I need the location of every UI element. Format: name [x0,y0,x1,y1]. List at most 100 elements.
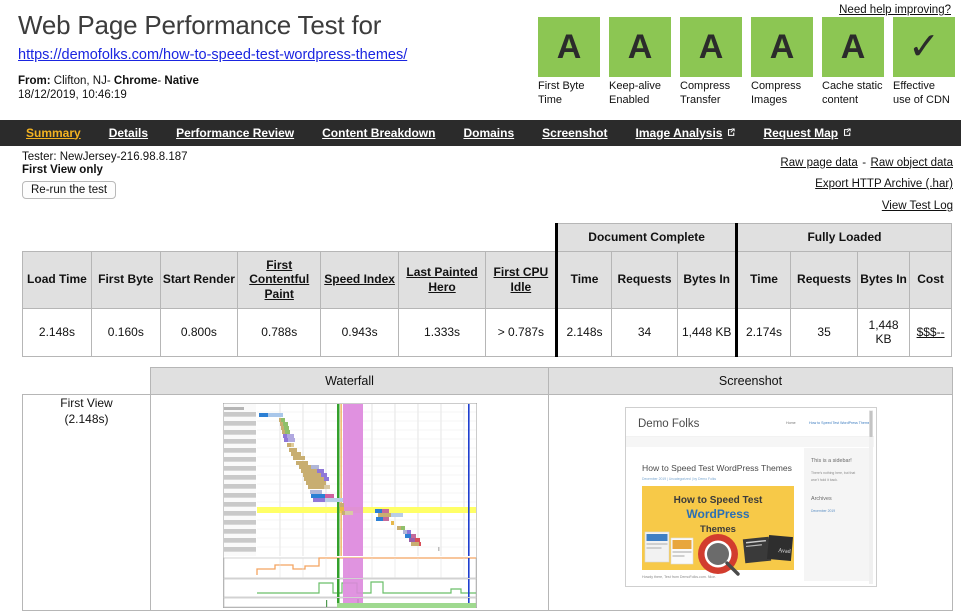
page-title: Web Page Performance Test for [18,10,382,40]
col-first-contentful-paint[interactable]: First Contentful Paint [236,250,322,309]
grade-label-cache-static-content: Cache static content [822,80,883,106]
grades-panel: Need help improving? A First Byte Time A… [538,0,955,108]
raw-page-data-link[interactable]: Raw page data [780,157,857,169]
screenshot-frame[interactable]: Demo Folks Home How to Speed Test WordPr… [624,406,877,587]
value-first-byte: 0.160s [90,307,161,357]
tab-screenshot[interactable]: Screenshot [528,120,621,146]
column-header-row: Load Time First Byte Start Render First … [22,250,952,309]
grade-badge-keep-alive-enabled: A [609,17,671,77]
tab-domains[interactable]: Domains [449,120,528,146]
need-help-improving-link[interactable]: Need help improving? [839,4,951,16]
screenshot-cell[interactable]: Demo Folks Home How to Speed Test WordPr… [548,393,953,611]
tab-screenshot-label: Screenshot [542,125,608,140]
view-test-log-link[interactable]: View Test Log [882,200,953,212]
rerun-test-button[interactable]: Re-run the test [22,180,117,199]
view-label-line1: First View [60,395,113,410]
grade-item-compress-transfer[interactable]: A Compress Transfer [680,17,742,108]
tab-image-analysis-label: Image Analysis [635,125,723,140]
value-first-cpu-idle: > 0.787s [485,307,558,357]
col-fl-requests: Requests [790,250,858,309]
col-dc-time: Time [555,250,612,309]
cost-link[interactable]: $$$-- [917,325,945,339]
grade-item-keep-alive-enabled[interactable]: A Keep-alive Enabled [609,17,671,108]
value-fl-bytes-in: 1,448 KB [856,307,911,357]
connection-type: Native [164,75,199,87]
results-data-row: 2.148s 0.160s 0.800s 0.788s 0.943s 1.333… [22,307,952,357]
grade-badge-compress-transfer: A [680,17,742,77]
svg-text:How to Speed Test WordPress Th: How to Speed Test WordPress Themes [642,463,792,473]
tab-performance-review-label: Performance Review [176,125,295,140]
waterfall-screenshot-zone: Waterfall Screenshot First View (2.148s) [0,357,961,611]
from-sep-1: - [106,75,111,87]
waterfall-thumbnail-holder[interactable] [151,395,548,608]
svg-text:Avad: Avad [777,548,790,555]
value-fl-requests: 35 [790,307,858,357]
raw-data-links-line: Raw page data - Raw object data [780,151,953,173]
value-cost[interactable]: $$$-- [909,307,952,357]
test-origin-line: From: Clifton, NJ- Chrome- Native [18,75,538,87]
col-dc-requests: Requests [610,250,679,309]
grade-label-compress-images: Compress Images [751,80,802,106]
tab-performance-review[interactable]: Performance Review [162,120,308,146]
header-info: Web Page Performance Test for https://de… [18,0,538,101]
col-fl-time: Time [734,250,792,309]
value-dc-time: 2.148s [555,307,612,357]
checkmark-icon: ✓ [893,17,955,77]
view-label-line2: (2.148s) [64,411,109,426]
col-first-cpu-idle[interactable]: First CPU Idle [485,250,558,309]
grade-label-keep-alive-enabled: Keep-alive Enabled [609,80,661,106]
value-last-painted-hero: 1.333s [397,307,487,357]
tab-details[interactable]: Details [95,120,162,146]
svg-text:This is a sidebar!: This is a sidebar! [811,458,852,464]
ws-header-blank [22,367,151,394]
test-timestamp: 18/12/2019, 10:46:19 [18,89,127,101]
tester-block: Tester: NewJersey-216.98.8.187 First Vie… [22,151,188,199]
col-fl-bytes-in: Bytes In [856,250,911,309]
grade-label-compress-transfer: Compress Transfer [680,80,731,106]
raw-object-data-link[interactable]: Raw object data [871,157,953,169]
grade-item-compress-images[interactable]: A Compress Images [751,17,813,108]
svg-text:Home: Home [786,421,796,425]
view-label-cell: First View (2.148s) [22,393,151,611]
tester-id: Tester: NewJersey-216.98.8.187 [22,150,188,163]
main-navigation-bar: Summary Details Performance Review Conte… [0,119,961,146]
grade-badge-cache-static-content: A [822,17,884,77]
tab-request-map[interactable]: Request Map [749,120,865,146]
ws-header-screenshot: Screenshot [548,366,953,395]
col-dc-bytes-in: Bytes In [677,250,737,309]
ws-header-row: Waterfall Screenshot [22,366,953,395]
external-link-icon [726,128,736,137]
group-header-document-complete: Document Complete [555,223,737,252]
page-screenshot-image[interactable]: Demo Folks Home How to Speed Test WordPr… [625,407,874,586]
grade-item-first-byte-time[interactable]: A First Byte Time [538,17,600,108]
group-header-fully-loaded: Fully Loaded [734,223,953,252]
grade-list: A First Byte Time A Keep-alive Enabled A… [538,17,955,108]
tab-summary-label: Summary [26,125,81,140]
first-view-only-label: First View only [22,163,103,176]
tab-image-analysis[interactable]: Image Analysis [622,120,750,146]
export-http-archive-link[interactable]: Export HTTP Archive (.har) [815,178,953,190]
tab-summary[interactable]: Summary [12,120,95,146]
waterfall-chart-image[interactable] [223,402,477,608]
svg-text:Archives: Archives [811,496,832,502]
external-link-icon [842,128,851,137]
screenshot-thumbnail-holder[interactable]: Demo Folks Home How to Speed Test WordPr… [549,395,952,592]
value-dc-requests: 34 [610,307,679,357]
col-load-time: Load Time [22,250,92,309]
grade-item-effective-use-of-cdn[interactable]: ✓ Effective use of CDN [893,17,955,108]
ws-first-view-row: First View (2.148s) Demo Folks Home How … [22,393,953,611]
svg-text:Demo Folks: Demo Folks [638,418,700,430]
tab-content-breakdown[interactable]: Content Breakdown [308,120,449,146]
svg-text:December 2019: December 2019 [811,509,835,513]
grade-label-first-byte-time: First Byte Time [538,80,585,106]
group-header-spacer [22,223,557,252]
value-start-render: 0.800s [159,307,238,357]
svg-text:December 2019 | Uncategorized: December 2019 | Uncategorized | by Demo … [642,477,716,481]
test-info-row: Tester: NewJersey-216.98.8.187 First Vie… [0,146,961,217]
performance-results-table: Document Complete Fully Loaded Load Time… [22,223,953,357]
waterfall-cell[interactable] [150,393,549,611]
tested-url-link[interactable]: https://demofolks.com/how-to-speed-test-… [18,47,538,63]
grade-item-cache-static-content[interactable]: A Cache static content [822,17,884,108]
col-speed-index[interactable]: Speed Index [320,250,399,309]
col-last-painted-hero[interactable]: Last Painted Hero [397,250,487,309]
